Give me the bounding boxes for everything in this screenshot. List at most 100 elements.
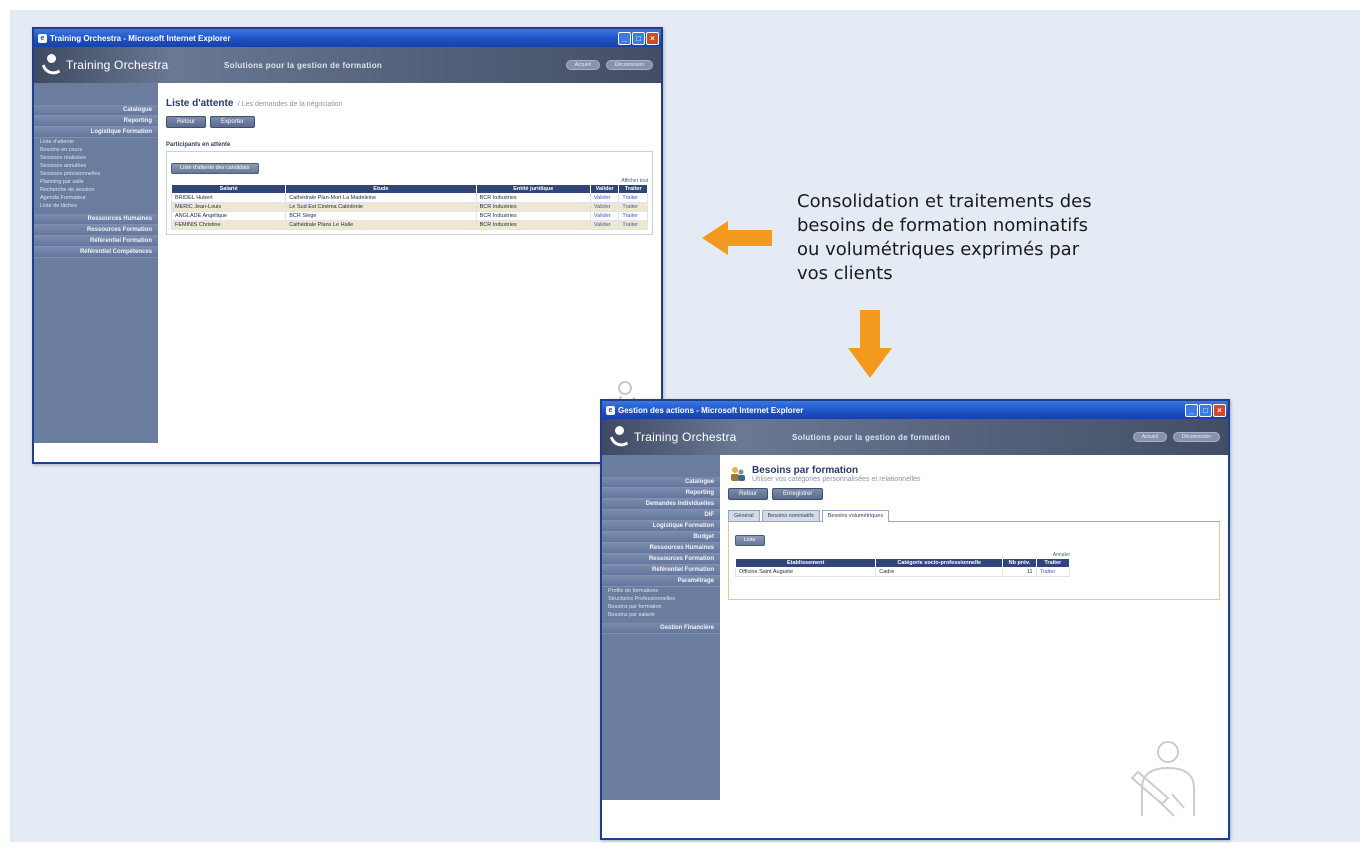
sidebar-item-ressources-formation[interactable]: Ressources Formation xyxy=(602,554,720,565)
sidebar-subitem[interactable]: Profils de formations xyxy=(602,587,720,595)
home-button[interactable]: Accueil xyxy=(565,60,600,70)
table-row[interactable]: FEMINIS Christine Cathédrale Plans Le Ha… xyxy=(170,220,648,230)
window-titlebar[interactable]: e Gestion des actions - Microsoft Intern… xyxy=(602,401,1228,419)
maximize-button[interactable]: □ xyxy=(1199,403,1212,417)
process-link[interactable]: Traiter xyxy=(618,211,648,221)
sidebar-item-referentiel-competences[interactable]: Référentiel Compétences xyxy=(34,247,158,258)
caption-text: Consolidation et traitements des besoins… xyxy=(797,190,1187,286)
table-header[interactable]: Catégorie socio-professionnelle xyxy=(875,558,1004,568)
sidebar-subitem[interactable]: Sessions prévisionnelles xyxy=(34,170,158,178)
table-header[interactable]: Etablissement xyxy=(734,558,877,568)
table-header[interactable]: Entité juridique xyxy=(475,184,591,194)
table-row[interactable]: BRIDEL Hubert Cathédrale Plan-Mort La Ma… xyxy=(170,193,648,203)
sidebar-subitem[interactable]: Planning par salle xyxy=(34,178,158,186)
minimize-button[interactable]: _ xyxy=(1185,403,1198,417)
tab-besoins-nominatifs[interactable]: Besoins nominatifs xyxy=(761,510,820,521)
sidebar-item-logistique[interactable]: Logistique Formation xyxy=(34,127,158,138)
dancer-logo-icon xyxy=(609,424,630,451)
sidebar-nav: Catalogue Reporting Demandes Individuell… xyxy=(602,455,720,800)
close-button[interactable]: × xyxy=(1213,403,1226,417)
table-header[interactable]: Valider xyxy=(589,184,620,194)
validate-link[interactable]: Valider xyxy=(589,202,620,212)
logout-button[interactable]: Déconnexion xyxy=(605,60,653,70)
table-header[interactable]: Nb prév. xyxy=(1002,558,1037,568)
minimize-button[interactable]: _ xyxy=(618,31,631,45)
table-cell[interactable]: Officine Saint Auguste xyxy=(734,567,877,577)
table-row[interactable]: Officine Saint Auguste Cadre 11 Traiter xyxy=(734,567,1071,577)
validate-link[interactable]: Valider xyxy=(589,211,620,221)
table-header[interactable]: Traiter xyxy=(618,184,648,194)
slide-background: e Training Orchestra - Microsoft Interne… xyxy=(10,10,1360,842)
table-header[interactable]: Etude xyxy=(285,184,477,194)
table-header[interactable]: Salarié xyxy=(170,184,287,194)
sidebar-item-logistique[interactable]: Logistique Formation xyxy=(602,521,720,532)
sidebar-item-catalogue[interactable]: Catalogue xyxy=(34,105,158,116)
sidebar-subitem[interactable]: Liste de tâches xyxy=(34,202,158,210)
table-cell: FEMINIS Christine xyxy=(170,220,287,230)
sidebar-subitem[interactable]: Sessions réalisées xyxy=(34,154,158,162)
sidebar-item-catalogue[interactable]: Catalogue xyxy=(602,477,720,488)
sidebar-item-rh[interactable]: Ressources Humaines xyxy=(34,214,158,225)
dancer-logo-icon xyxy=(41,52,62,79)
validate-link[interactable]: Valider xyxy=(589,220,620,230)
app-tagline: Solutions pour la gestion de formation xyxy=(792,432,951,442)
process-link[interactable]: Traiter xyxy=(618,193,648,203)
sidebar-item-referentiel-formation[interactable]: Référentiel Formation xyxy=(602,565,720,576)
app-logo[interactable]: Training Orchestra xyxy=(34,52,184,79)
window-title: Training Orchestra - Microsoft Internet … xyxy=(50,33,231,43)
candidates-list-button[interactable]: Liste d'attente des candidats xyxy=(171,163,259,174)
needs-table: Etablissement Catégorie socio-profession… xyxy=(734,558,1071,577)
table-cell[interactable]: 11 xyxy=(1002,567,1037,577)
waiting-list-panel: Liste d'attente des candidats Afficher t… xyxy=(166,151,653,235)
tab-panel: Liste Annuler Etablissement Catégorie so… xyxy=(728,522,1220,600)
page-subtitle: / Les demandes de la négociation xyxy=(237,101,343,108)
sidebar-item-gestion-financiere[interactable]: Gestion Financière xyxy=(602,623,720,634)
maximize-button[interactable]: □ xyxy=(632,31,645,45)
sidebar-subitem[interactable]: Agenda Formateur xyxy=(34,194,158,202)
app-header: Training Orchestra Solutions pour la ges… xyxy=(34,47,661,83)
process-link[interactable]: Traiter xyxy=(1035,567,1071,577)
back-button[interactable]: Retour xyxy=(728,488,769,500)
caption-line: besoins de formation nominatifs xyxy=(797,215,1088,236)
table-cell[interactable]: Cadre xyxy=(875,567,1004,577)
page-subtitle: Utiliser vos catégories personnalisées e… xyxy=(752,476,921,483)
sidebar-item-ressources-formation[interactable]: Ressources Formation xyxy=(34,225,158,236)
table-row[interactable]: MERIC Jean-Louis Le Sud Est Cinéma Caléd… xyxy=(170,202,648,212)
sidebar-subitem[interactable]: Besoins par formation xyxy=(602,603,720,611)
table-header[interactable]: Traiter xyxy=(1035,558,1071,568)
sidebar-subitem[interactable]: Sessions annulées xyxy=(34,162,158,170)
sidebar-item-referentiel-formation[interactable]: Référentiel Formation xyxy=(34,236,158,247)
table-cell: Le Sud Est Cinéma Calédonie xyxy=(285,202,477,212)
list-button[interactable]: Liste xyxy=(735,535,765,546)
validate-link[interactable]: Valider xyxy=(589,193,620,203)
sidebar-subitem[interactable]: Recherche de session xyxy=(34,186,158,194)
tab-general[interactable]: Général xyxy=(728,510,760,521)
tab-besoins-volumetriques[interactable]: Besoins volumétriques xyxy=(821,510,890,522)
close-button[interactable]: × xyxy=(646,31,659,45)
app-logo[interactable]: Training Orchestra xyxy=(602,424,752,451)
sidebar-item-reporting[interactable]: Reporting xyxy=(34,116,158,127)
window-titlebar[interactable]: e Training Orchestra - Microsoft Interne… xyxy=(34,29,661,47)
home-button[interactable]: Accueil xyxy=(1132,432,1167,442)
sidebar-item-dif[interactable]: DIF xyxy=(602,510,720,521)
sidebar-subitem[interactable]: Liste d'attente xyxy=(34,138,158,146)
sidebar-subitem[interactable]: Besoins en cours xyxy=(34,146,158,154)
page-title: Liste d'attente xyxy=(166,98,234,109)
sidebar-subitem[interactable]: Besoins par salarié xyxy=(602,611,720,619)
sidebar-item-budget[interactable]: Budget xyxy=(602,532,720,543)
export-button[interactable]: Exporter xyxy=(210,116,255,128)
writing-person-watermark-icon xyxy=(1130,741,1195,817)
logout-button[interactable]: Déconnexion xyxy=(1172,432,1220,442)
table-row[interactable]: ANGLADE Angélique BCR Siège BCR Industri… xyxy=(170,211,648,221)
caption-line: Consolidation et traitements des xyxy=(797,191,1092,212)
sidebar-item-rh[interactable]: Ressources Humaines xyxy=(602,543,720,554)
sidebar-item-demandes[interactable]: Demandes Individuelles xyxy=(602,499,720,510)
back-button[interactable]: Retour xyxy=(166,116,207,128)
process-link[interactable]: Traiter xyxy=(618,202,648,212)
app-tagline: Solutions pour la gestion de formation xyxy=(224,60,383,70)
sidebar-item-reporting[interactable]: Reporting xyxy=(602,488,720,499)
save-button[interactable]: Enregistrer xyxy=(772,488,824,500)
process-link[interactable]: Traiter xyxy=(618,220,648,230)
sidebar-item-parametrage[interactable]: Paramétrage xyxy=(602,576,720,587)
sidebar-subitem[interactable]: Structures Professionnelles xyxy=(602,595,720,603)
